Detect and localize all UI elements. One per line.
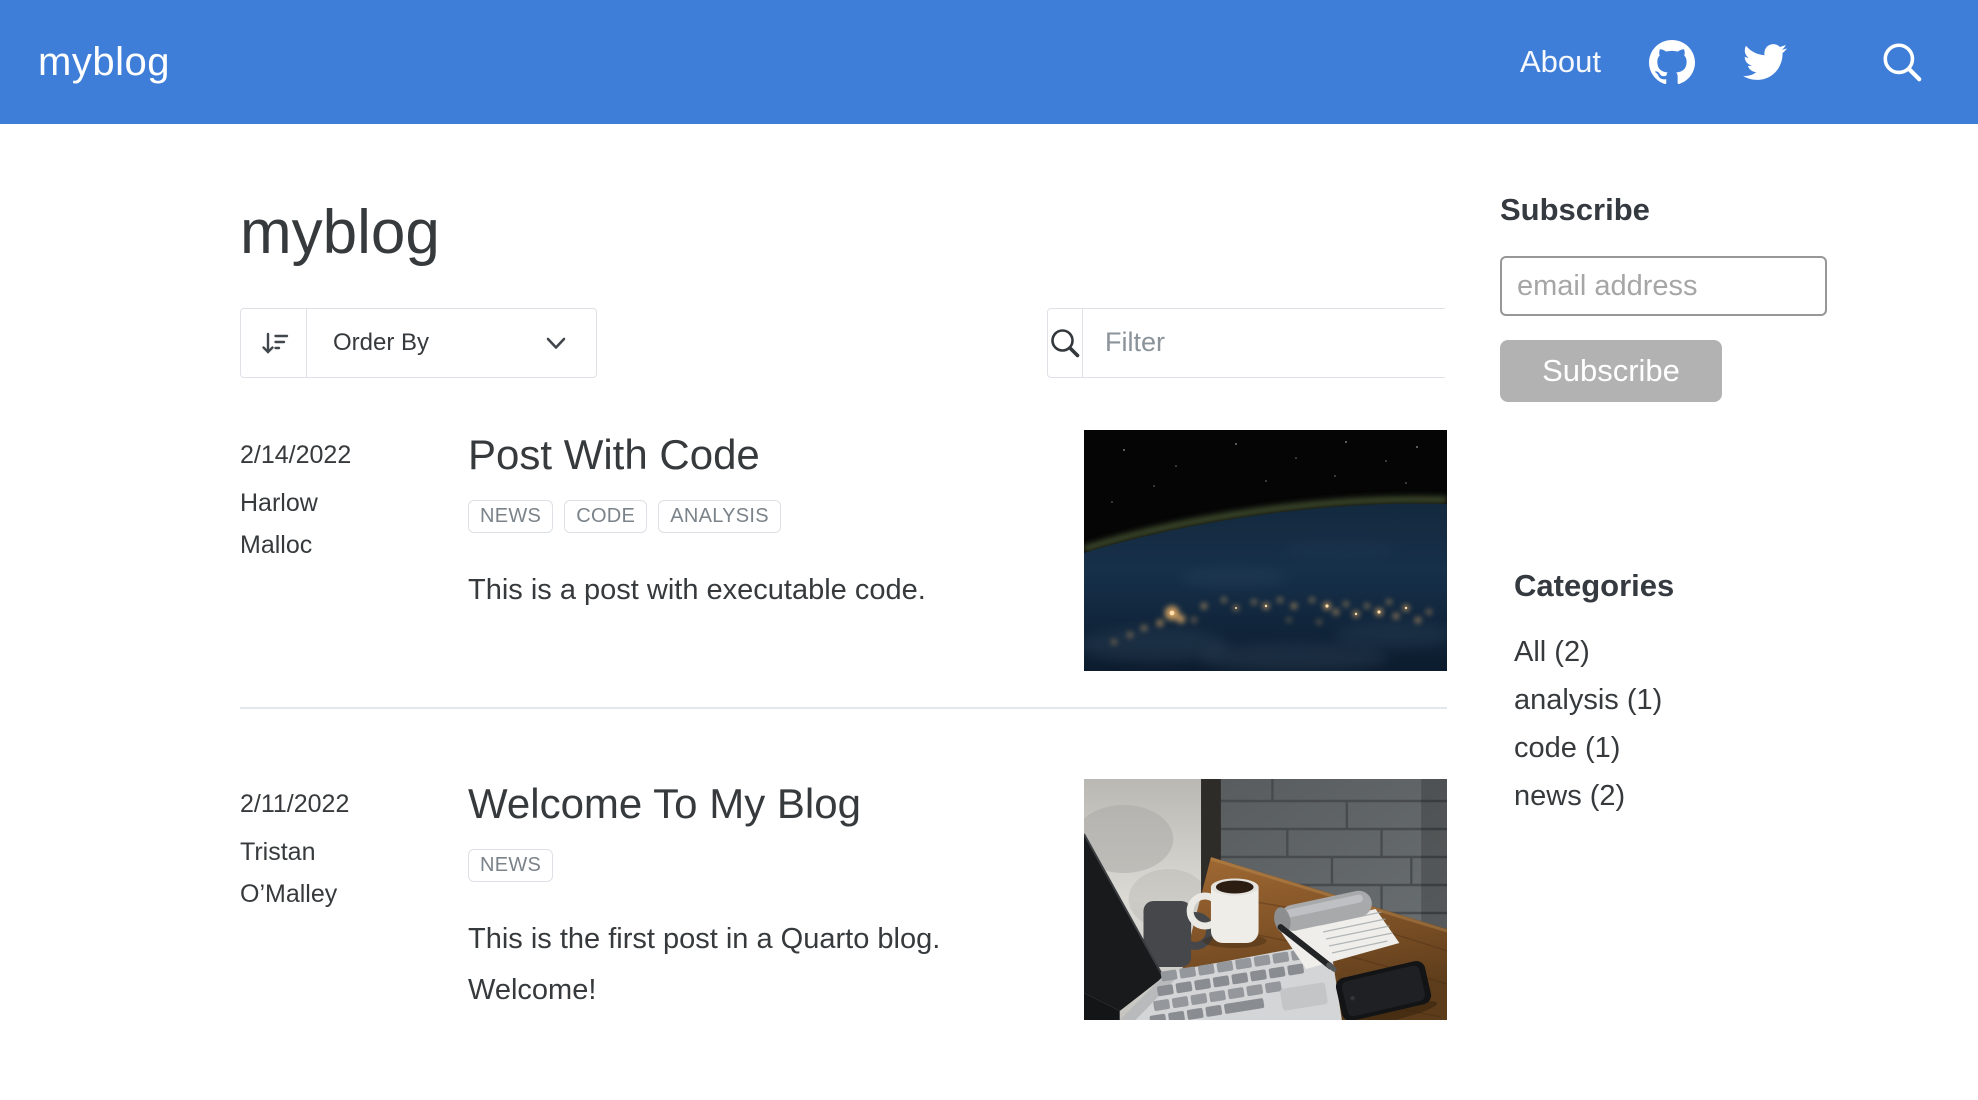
post-content: Post With Code NEWS CODE ANALYSIS This i… [468, 430, 1082, 671]
order-by-select[interactable]: Order By [307, 309, 596, 377]
post-title-link[interactable]: Post With Code [468, 430, 1058, 480]
post-author: Harlow Malloc [240, 488, 318, 559]
twitter-icon[interactable] [1743, 40, 1787, 84]
post-row: 2/11/2022 Tristan O’Malley Welcome To My… [240, 778, 1447, 1020]
sidebar: Subscribe Subscribe Categories All (2) a… [1500, 124, 1880, 1020]
order-by-label: Order By [333, 328, 430, 356]
categories-heading: Categories [1514, 568, 1675, 603]
post-title-link[interactable]: Welcome To My Blog [468, 779, 1058, 829]
navbar: myblog About [0, 0, 1978, 124]
post-tags: NEWS [468, 848, 1058, 882]
post-thumbnail-earth[interactable] [1084, 429, 1447, 671]
category-news[interactable]: news (2) [1514, 772, 1880, 820]
post-date: 2/14/2022 [240, 440, 352, 469]
category-analysis[interactable]: analysis (1) [1514, 676, 1880, 724]
post-description: This is the first post in a Quarto blog.… [468, 922, 941, 1006]
post-tags: NEWS CODE ANALYSIS [468, 499, 1058, 533]
sort-icon [241, 308, 307, 377]
post-author: Tristan O’Malley [240, 837, 338, 908]
category-code[interactable]: code (1) [1514, 724, 1880, 772]
post-thumbnail-desk[interactable] [1084, 778, 1447, 1020]
tag-analysis[interactable]: ANALYSIS [658, 499, 781, 533]
listing-controls: Order By [240, 307, 1481, 378]
tag-code[interactable]: CODE [564, 499, 648, 533]
github-icon[interactable] [1649, 39, 1695, 85]
subscribe-heading: Subscribe [1500, 192, 1650, 227]
category-all[interactable]: All (2) [1514, 628, 1880, 676]
post-description: This is a post with executable code. [468, 573, 926, 606]
navbar-right: About [1520, 39, 1925, 85]
page-body: myblog Order By Filter 2/14/2022 Harlow … [0, 124, 1978, 1020]
page-title: myblog [240, 198, 440, 267]
filter-input[interactable] [1083, 308, 1481, 377]
search-icon[interactable] [1879, 39, 1925, 85]
post-date: 2/11/2022 [240, 789, 350, 818]
post-content: Welcome To My Blog NEWS This is the firs… [468, 779, 1082, 1020]
filter-control [1047, 307, 1481, 378]
tag-news[interactable]: NEWS [468, 499, 554, 533]
email-field[interactable] [1500, 256, 1827, 316]
categories-section: Categories All (2) analysis (1) code (1)… [1514, 568, 1880, 820]
tag-news[interactable]: NEWS [468, 848, 554, 882]
about-link[interactable]: About [1520, 44, 1601, 80]
post-divider [240, 706, 1447, 709]
subscribe-button[interactable]: Subscribe [1500, 340, 1722, 402]
order-by-control[interactable]: Order By [240, 307, 597, 378]
main-content: myblog Order By Filter 2/14/2022 Harlow … [240, 124, 1481, 1020]
chevron-down-icon [542, 329, 570, 357]
navbar-brand[interactable]: myblog [38, 40, 170, 85]
post-meta: 2/11/2022 Tristan O’Malley [240, 779, 468, 1020]
post-row: 2/14/2022 Harlow Malloc Post With Code N… [240, 429, 1447, 671]
post-meta: 2/14/2022 Harlow Malloc [240, 430, 468, 671]
categories-list: All (2) analysis (1) code (1) news (2) [1514, 628, 1880, 820]
filter-search-icon [1048, 308, 1083, 377]
